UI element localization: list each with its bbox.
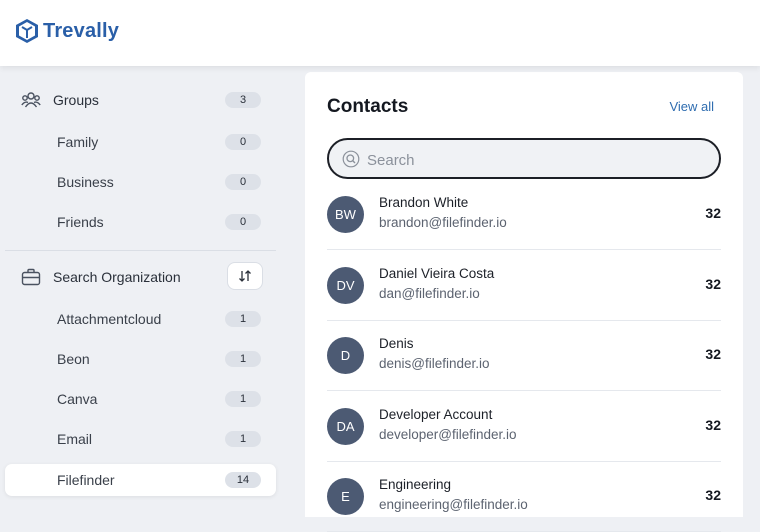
sidebar-item-label: Attachmentcloud <box>57 311 162 327</box>
contact-count: 32 <box>705 417 721 433</box>
contact-count: 32 <box>705 487 721 503</box>
sidebar-item-canva[interactable]: Canva 1 <box>5 383 276 415</box>
view-all-link[interactable]: View all <box>669 99 714 114</box>
sidebar-item-label: Friends <box>57 214 104 230</box>
sidebar: Groups 3 Family 0 Business 0 Friends 0 S… <box>0 66 290 505</box>
contact-name: Daniel Vieira Costa <box>379 266 495 281</box>
count-badge: 3 <box>225 92 261 108</box>
contact-row[interactable]: E Engineering engineering@filefinder.io … <box>327 461 721 532</box>
search-icon <box>342 150 360 168</box>
sidebar-item-label: Business <box>57 174 114 190</box>
app-logo[interactable]: Trevally <box>15 18 119 44</box>
sidebar-item-label: Beon <box>57 351 90 367</box>
avatar: DA <box>327 408 364 445</box>
count-badge: 1 <box>225 311 261 327</box>
briefcase-icon <box>21 268 41 286</box>
contact-name: Brandon White <box>379 195 469 210</box>
contact-name: Denis <box>379 336 414 351</box>
sidebar-search-organization[interactable]: Search Organization <box>5 261 276 293</box>
sidebar-groups-label: Groups <box>53 92 99 108</box>
contacts-title: Contacts <box>327 96 409 117</box>
sidebar-item-business[interactable]: Business 0 <box>5 166 276 198</box>
sidebar-item-friends[interactable]: Friends 0 <box>5 206 276 238</box>
sidebar-divider <box>5 250 276 251</box>
sidebar-item-label: Filefinder <box>57 472 115 488</box>
contact-row[interactable]: DV Daniel Vieira Costa dan@filefinder.io… <box>327 250 721 321</box>
logo-icon <box>16 19 38 43</box>
count-badge: 1 <box>225 351 261 367</box>
sidebar-item-label: Family <box>57 134 99 150</box>
count-badge: 0 <box>225 214 261 230</box>
contact-count: 32 <box>705 205 721 221</box>
contact-email: brandon@filefinder.io <box>379 215 507 230</box>
contact-email: dan@filefinder.io <box>379 286 480 301</box>
search-input[interactable] <box>365 148 709 172</box>
contact-count: 32 <box>705 276 721 292</box>
users-icon <box>21 92 41 108</box>
avatar: DV <box>327 267 364 304</box>
avatar: BW <box>327 196 364 233</box>
sidebar-item-family[interactable]: Family 0 <box>5 126 276 158</box>
avatar: D <box>327 337 364 374</box>
contact-name: Engineering <box>379 477 452 492</box>
sidebar-item-label: Canva <box>57 391 98 407</box>
sidebar-item-label: Email <box>57 431 93 447</box>
count-badge: 14 <box>225 472 261 488</box>
sidebar-item-email[interactable]: Email 1 <box>5 423 276 455</box>
contact-row[interactable]: DA Developer Account developer@filefinde… <box>327 391 721 462</box>
app-name: Trevally <box>43 19 120 42</box>
sidebar-item-attachmentcloud[interactable]: Attachmentcloud 1 <box>5 303 276 335</box>
count-badge: 0 <box>225 134 261 150</box>
contact-email: developer@filefinder.io <box>379 427 517 442</box>
sidebar-groups[interactable]: Groups 3 <box>5 84 276 116</box>
sort-button[interactable] <box>227 262 263 290</box>
contact-row[interactable]: BW Brandon White brandon@filefinder.io 3… <box>327 179 721 250</box>
sidebar-organization-label: Search Organization <box>53 269 181 285</box>
sidebar-item-beon[interactable]: Beon 1 <box>5 343 276 375</box>
contact-name: Developer Account <box>379 407 493 422</box>
top-bar: Trevally <box>0 0 760 66</box>
contacts-panel: Contacts View all BW Brandon White brand… <box>305 72 743 532</box>
avatar: E <box>327 478 364 515</box>
contact-email: denis@filefinder.io <box>379 356 490 371</box>
sort-icon <box>239 270 251 282</box>
count-badge: 1 <box>225 391 261 407</box>
sidebar-item-filefinder[interactable]: Filefinder 14 <box>5 464 276 496</box>
contact-row[interactable]: D Denis denis@filefinder.io 32 <box>327 320 721 391</box>
count-badge: 0 <box>225 174 261 190</box>
count-badge: 1 <box>225 431 261 447</box>
contact-count: 32 <box>705 346 721 362</box>
contacts-search <box>327 138 721 179</box>
